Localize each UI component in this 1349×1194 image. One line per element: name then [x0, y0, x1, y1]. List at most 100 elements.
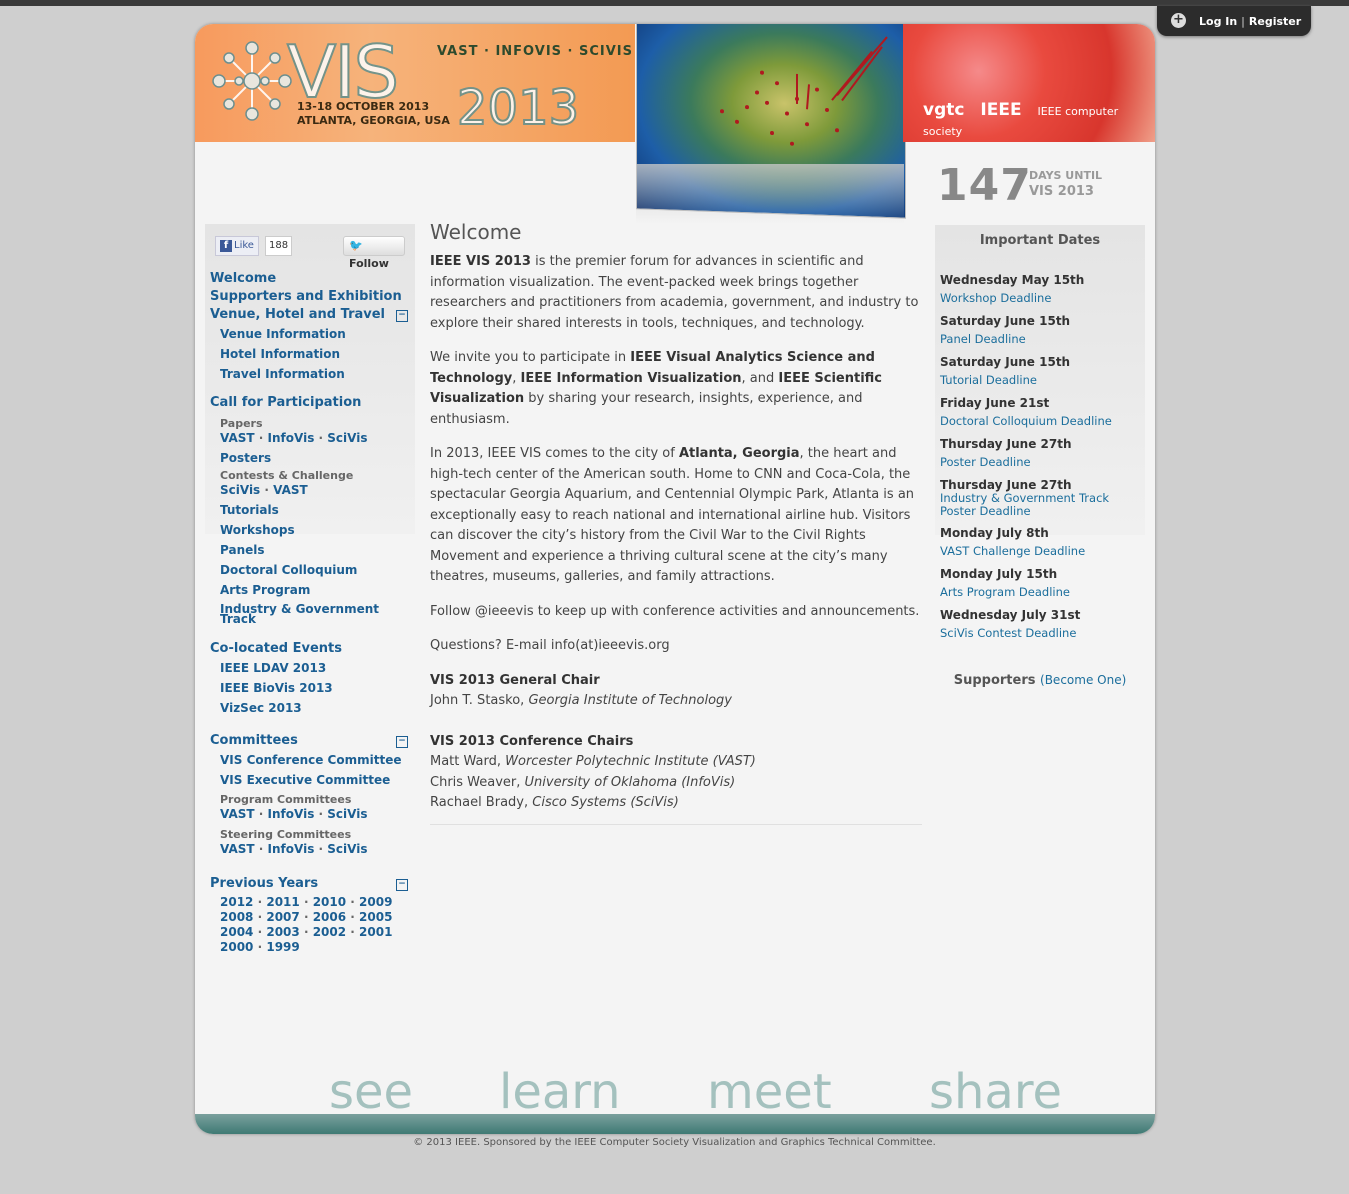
collapse-icon[interactable]: − [396, 310, 408, 322]
important-dates-title: Important Dates [979, 233, 1101, 248]
nav-conference-committee[interactable]: VIS Conference Committee [210, 750, 410, 770]
nav-call-for-participation[interactable]: Call for Participation [210, 394, 410, 412]
date-event-link[interactable]: Doctoral Colloquium Deadline [940, 414, 1112, 428]
year-link[interactable]: 2003 [266, 925, 299, 939]
content-divider [430, 823, 922, 825]
register-link[interactable]: Register [1249, 15, 1301, 28]
page-title: Welcome [430, 220, 522, 244]
sponsor-banner: vgtc IEEE IEEE computer society [903, 24, 1155, 142]
nav-panels[interactable]: Panels [210, 540, 410, 560]
vgtc-logo[interactable]: vgtc [923, 100, 964, 120]
date-item: Friday June 21st Doctoral Colloquium Dead… [940, 396, 1112, 428]
nav-steering-infovis[interactable]: InfoVis [268, 842, 315, 856]
become-supporter-link[interactable]: (Become One) [1040, 673, 1126, 687]
nav-industry-track[interactable]: Industry & Government Track [210, 600, 410, 625]
nav-steering-links: VAST · InfoVis · SciVis [220, 842, 368, 856]
date-event-link[interactable]: Industry & Government Track Poster Deadl… [940, 492, 1120, 518]
year-link[interactable]: 2000 [220, 940, 253, 954]
nav-papers-infovis[interactable]: InfoVis [268, 431, 315, 445]
year-link[interactable]: 2011 [266, 895, 299, 909]
year-link[interactable]: 2005 [359, 910, 392, 924]
nav-program-infovis[interactable]: InfoVis [268, 807, 315, 821]
year-link[interactable]: 2008 [220, 910, 253, 924]
collapse-icon[interactable]: − [396, 879, 408, 891]
sponsor-logos: vgtc IEEE IEEE computer society [923, 100, 1155, 140]
date-event-link[interactable]: Arts Program Deadline [940, 585, 1070, 599]
year-link[interactable]: 2006 [313, 910, 346, 924]
date-item: Saturday June 15th Tutorial Deadline [940, 355, 1071, 387]
nav-venue-information[interactable]: Venue Information [210, 324, 410, 344]
logo-tracks: VAST · INFOVIS · SCIVIS [437, 44, 634, 59]
date-item: Wednesday May 15th Workshop Deadline [940, 273, 1085, 305]
year-link[interactable]: 2004 [220, 925, 253, 939]
nav-posters[interactable]: Posters [210, 448, 410, 468]
nav-supporters[interactable]: Supporters and Exhibition [210, 288, 410, 306]
date-item: Saturday June 15th Panel Deadline [940, 314, 1071, 346]
nav-doctoral-colloquium[interactable]: Doctoral Colloquium [210, 560, 410, 580]
header-banner[interactable]: VIS VAST · INFOVIS · SCIVIS 2013 13-18 O… [195, 24, 635, 142]
nav-executive-committee[interactable]: VIS Executive Committee [210, 770, 410, 790]
year-link[interactable]: 2010 [313, 895, 346, 909]
follow-label: Follow [349, 257, 389, 270]
year-link[interactable]: 1999 [266, 940, 299, 954]
ieee-logo[interactable]: IEEE [980, 100, 1021, 120]
nav-contests-vast[interactable]: VAST [273, 483, 308, 497]
nav-welcome[interactable]: Welcome [210, 270, 410, 288]
atlanta-paragraph: In 2013, IEEE VIS comes to the city of A… [430, 446, 915, 584]
nav-arts-program[interactable]: Arts Program [210, 580, 410, 600]
nav-committees[interactable]: Committees [210, 733, 298, 748]
footer-band [195, 1114, 1155, 1134]
facebook-icon: f [220, 240, 232, 252]
nav-ldav[interactable]: IEEE LDAV 2013 [210, 658, 410, 678]
date-event-link[interactable]: Panel Deadline [940, 332, 1026, 346]
event-dates: 13-18 OCTOBER 2013 ATLANTA, GEORGIA, USA [297, 100, 450, 128]
collapse-icon[interactable]: − [396, 736, 408, 748]
logo-year: 2013 [456, 79, 580, 137]
countdown-label-days: DAYS UNTIL [1029, 169, 1103, 182]
nav-steering-vast[interactable]: VAST [220, 842, 255, 856]
event-location: ATLANTA, GEORGIA, USA [297, 114, 450, 127]
nav-steering-committees-label: Steering Committees [220, 828, 352, 841]
copyright: © 2013 IEEE. Sponsored by the IEEE Compu… [413, 1137, 936, 1148]
nav-contests-scivis[interactable]: SciVis [220, 483, 260, 497]
year-link[interactable]: 2012 [220, 895, 253, 909]
main-content: Welcome IEEE VIS 2013 is the premier for… [430, 220, 922, 825]
countdown-label-event: VIS 2013 [1029, 184, 1094, 199]
supporters-heading: Supporters (Become One) [935, 673, 1145, 688]
nav-hotel-information[interactable]: Hotel Information [210, 344, 410, 364]
date-event-link[interactable]: SciVis Contest Deadline [940, 626, 1076, 640]
nav-tutorials[interactable]: Tutorials [210, 500, 410, 520]
nav-papers-scivis[interactable]: SciVis [327, 431, 367, 445]
nav-workshops[interactable]: Workshops [210, 520, 410, 540]
twitter-follow-button[interactable]: 🐦 Follow [343, 236, 405, 270]
nav-program-vast[interactable]: VAST [220, 807, 255, 821]
login-link[interactable]: Log In [1199, 15, 1237, 28]
follow-paragraph: Follow @ieeevis to keep up with conferen… [430, 603, 920, 619]
nav-colocated-events[interactable]: Co-located Events [210, 640, 410, 658]
important-dates-panel: Important Dates Wednesday May 15th Worksh… [935, 225, 1145, 688]
nav-years-row: 2004 · 2003 · 2002 · 2001 [220, 925, 393, 939]
plus-icon[interactable]: + [1171, 13, 1186, 28]
like-count: 188 [265, 236, 293, 256]
nav-travel-information[interactable]: Travel Information [210, 364, 410, 384]
year-link[interactable]: 2001 [359, 925, 392, 939]
nav-previous-years[interactable]: Previous Years [210, 876, 318, 891]
year-link[interactable]: 2002 [313, 925, 346, 939]
login-separator: | [1241, 15, 1246, 28]
date-event-link[interactable]: VAST Challenge Deadline [940, 544, 1085, 558]
nav-papers-vast[interactable]: VAST [220, 431, 255, 445]
general-chair-heading: VIS 2013 General Chair [430, 672, 600, 688]
facebook-like-button[interactable]: f Like [215, 236, 259, 256]
date-event-link[interactable]: Tutorial Deadline [940, 373, 1037, 387]
nav-papers-links: VAST · InfoVis · SciVis [220, 431, 368, 445]
nav-years-row: 2008 · 2007 · 2006 · 2005 [220, 910, 393, 924]
date-event-link[interactable]: Poster Deadline [940, 455, 1031, 469]
year-link[interactable]: 2009 [359, 895, 392, 909]
nav-program-scivis[interactable]: SciVis [327, 807, 367, 821]
date-event-link[interactable]: Workshop Deadline [940, 291, 1051, 305]
nav-biovis[interactable]: IEEE BioVis 2013 [210, 678, 410, 698]
nav-venue[interactable]: Venue, Hotel and Travel [210, 307, 385, 322]
nav-steering-scivis[interactable]: SciVis [327, 842, 367, 856]
year-link[interactable]: 2007 [266, 910, 299, 924]
nav-vizsec[interactable]: VizSec 2013 [210, 698, 410, 718]
